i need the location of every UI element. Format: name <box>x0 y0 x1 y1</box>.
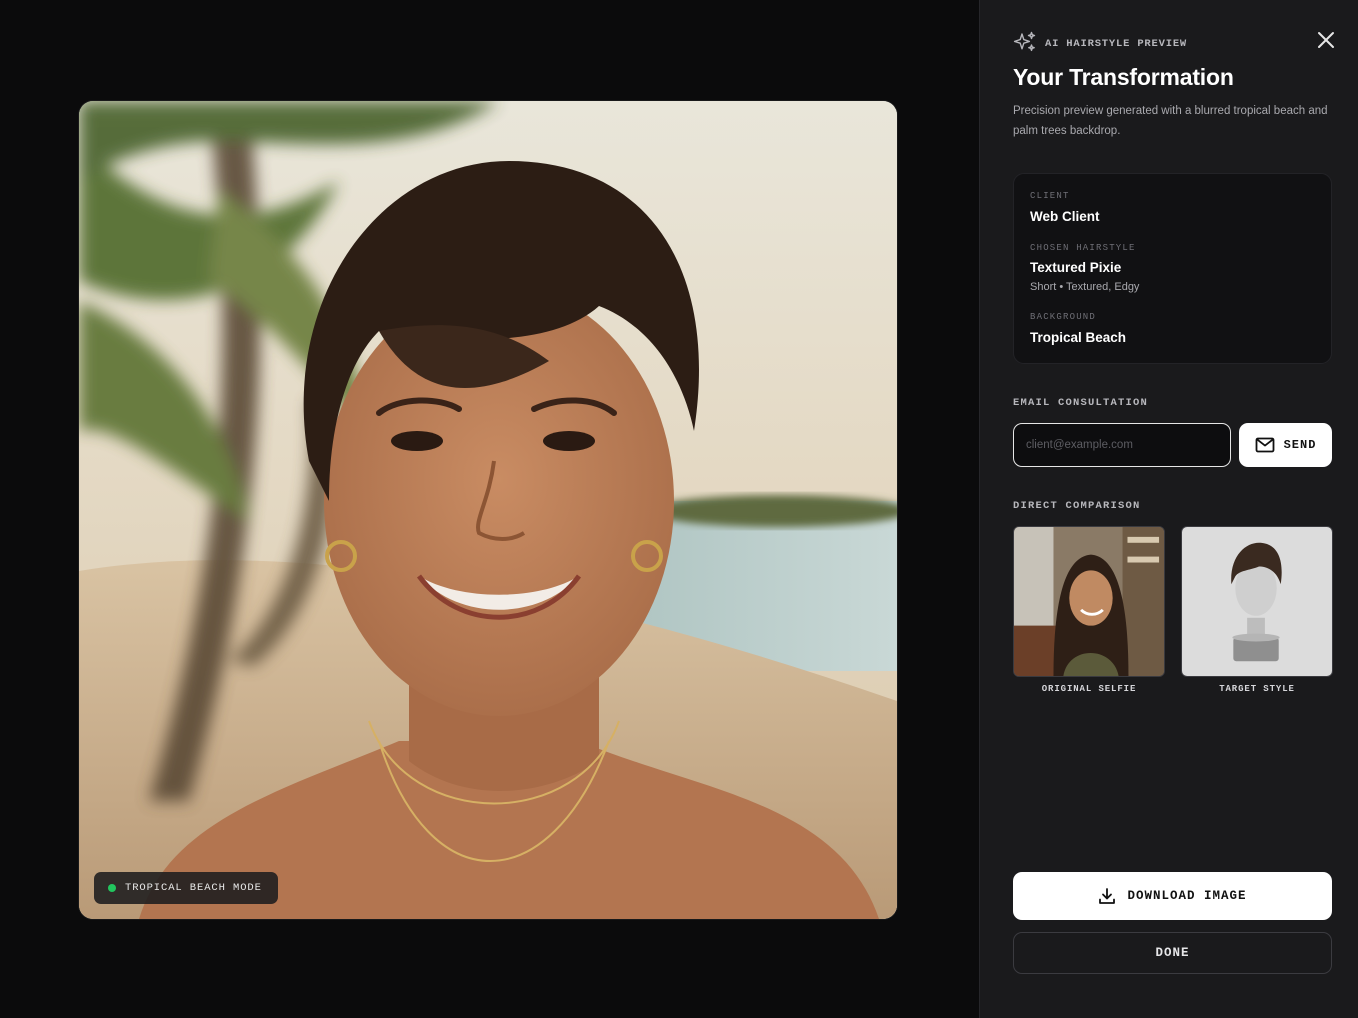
client-value: Web Client <box>1030 209 1100 224</box>
target-style-image <box>1182 527 1332 676</box>
hairstyle-label: CHOSEN HAIRSTYLE <box>1030 243 1136 253</box>
background-label: BACKGROUND <box>1030 312 1097 322</box>
hairstyle-value: Textured Pixie <box>1030 260 1122 275</box>
details-panel: AI HAIRSTYLE PREVIEW Your Transformation… <box>979 0 1358 1018</box>
generated-preview-image: TROPICAL BEACH MODE <box>79 101 897 919</box>
preview-illustration <box>79 101 897 919</box>
comparison-section-label: DIRECT COMPARISON <box>1013 500 1141 512</box>
done-button[interactable]: DONE <box>1013 932 1332 974</box>
panel-description: Precision preview generated with a blurr… <box>1013 105 1328 137</box>
status-dot-icon <box>108 884 116 892</box>
original-selfie-caption: ORIGINAL SELFIE <box>1041 684 1137 694</box>
send-button[interactable]: SEND <box>1239 423 1332 467</box>
send-button-label: SEND <box>1283 438 1317 452</box>
app-root: TROPICAL BEACH MODE AI HAIRSTYLE PREVIEW… <box>0 0 1358 1018</box>
original-selfie-thumbnail[interactable] <box>1013 526 1165 677</box>
close-button[interactable] <box>1310 24 1342 56</box>
download-button-label: DOWNLOAD IMAGE <box>1127 889 1247 903</box>
mail-icon <box>1255 437 1274 453</box>
panel-eyebrow: AI HAIRSTYLE PREVIEW <box>1013 31 1187 57</box>
hairstyle-tags: Short • Textured, Edgy <box>1030 281 1140 293</box>
panel-title: Your Transformation <box>1013 64 1234 90</box>
download-image-button[interactable]: DOWNLOAD IMAGE <box>1013 872 1332 920</box>
close-icon <box>1318 32 1334 48</box>
mode-badge-label: TROPICAL BEACH MODE <box>125 882 262 894</box>
sparkles-icon <box>1013 31 1037 57</box>
email-input[interactable] <box>1013 423 1231 467</box>
eyebrow-label: AI HAIRSTYLE PREVIEW <box>1045 38 1188 50</box>
original-selfie-image <box>1014 527 1164 676</box>
background-value: Tropical Beach <box>1030 330 1127 345</box>
preview-stage: TROPICAL BEACH MODE <box>0 0 979 1018</box>
target-style-caption: TARGET STYLE <box>1219 684 1295 694</box>
client-label: CLIENT <box>1030 191 1070 201</box>
mode-badge: TROPICAL BEACH MODE <box>94 872 278 904</box>
email-section-label: EMAIL CONSULTATION <box>1013 397 1149 409</box>
summary-card: CLIENT Web Client CHOSEN HAIRSTYLE Textu… <box>1013 173 1332 364</box>
download-icon <box>1099 888 1116 904</box>
target-style-thumbnail[interactable] <box>1181 526 1333 677</box>
